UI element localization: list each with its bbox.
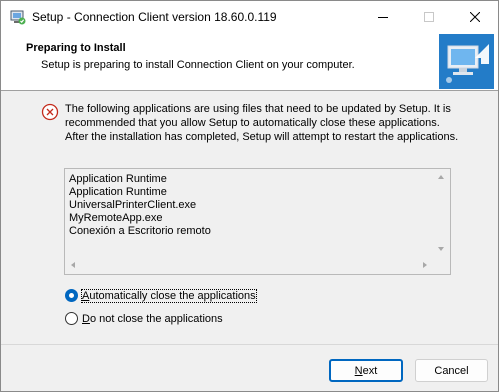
list-item: MyRemoteApp.exe [69,212,163,224]
setup-window: Setup - Connection Client version 18.60.… [0,0,499,392]
wizard-header: Preparing to Install Setup is preparing … [1,32,498,91]
footer-divider [1,344,498,345]
close-icon [470,11,480,22]
scroll-up-arrow-icon[interactable] [438,175,444,179]
maximize-button[interactable] [406,1,452,32]
window-title: Setup - Connection Client version 18.60.… [32,10,277,24]
scrollbar-corner [433,257,450,274]
cancel-button[interactable]: Cancel [415,359,488,382]
auto-close-text: utomatically close the applications [89,289,256,302]
next-button[interactable]: Next [329,359,403,382]
computer-arrow-icon [439,34,494,89]
auto-close-label[interactable]: Automatically close the applications [81,288,257,303]
list-item: Application Runtime [69,186,167,198]
next-label: ext [362,364,378,377]
minimize-icon [378,16,388,18]
auto-close-option[interactable]: Automatically close the applications [65,288,257,303]
scroll-right-arrow-icon[interactable] [423,262,427,268]
do-not-close-option[interactable]: Do not close the applications [65,312,223,325]
do-not-close-radio[interactable] [65,312,78,325]
next-mnemonic: N [354,364,363,377]
do-not-close-mnemonic: D [82,312,90,325]
setup-installer-icon [10,10,26,25]
close-button[interactable] [452,1,498,32]
vertical-scrollbar[interactable] [433,169,450,257]
maximize-icon [424,11,434,22]
title-bar: Setup - Connection Client version 18.60.… [1,1,498,32]
minimize-button[interactable] [360,1,406,32]
warning-message: The following applications are using fil… [65,103,459,143]
auto-close-radio[interactable] [65,289,78,302]
scroll-down-arrow-icon[interactable] [438,247,444,251]
horizontal-scrollbar[interactable] [65,257,433,274]
applications-list-items: Application Runtime Application Runtime … [69,173,211,238]
applications-list[interactable]: Application Runtime Application Runtime … [64,168,451,275]
page-title: Preparing to Install [26,42,126,54]
error-circle-x-icon [41,103,59,121]
list-item: Conexión a Escritorio remoto [69,225,211,237]
scroll-left-arrow-icon[interactable] [71,262,75,268]
do-not-close-label[interactable]: Do not close the applications [82,313,223,325]
page-subtitle: Setup is preparing to install Connection… [41,59,355,71]
list-item: Application Runtime [69,173,167,185]
list-item: UniversalPrinterClient.exe [69,199,197,211]
do-not-close-text: o not close the applications [89,312,223,325]
